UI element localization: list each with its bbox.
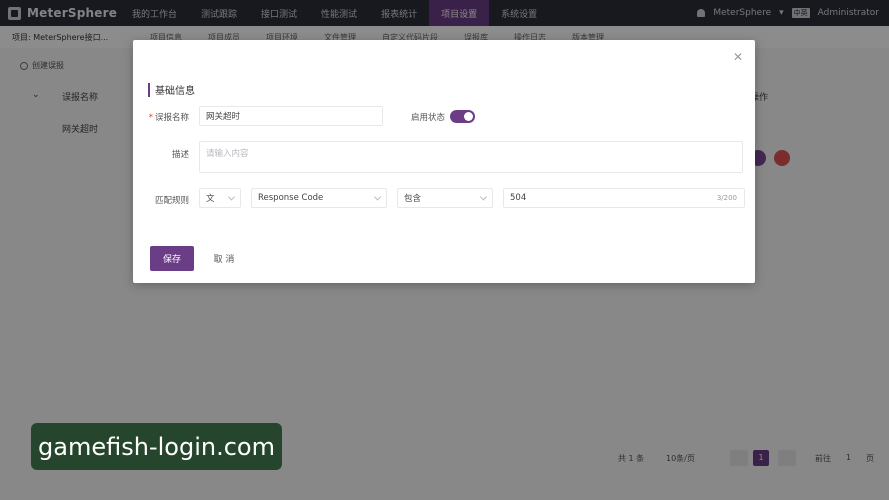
rule-field-select[interactable]: Response Code bbox=[251, 188, 387, 208]
section-title-text: 基础信息 bbox=[155, 86, 195, 97]
description-label: 描述 bbox=[171, 150, 189, 160]
chevron-down-icon bbox=[479, 193, 488, 201]
name-label: * 误报名称 bbox=[141, 111, 189, 123]
name-label-text: 误报名称 bbox=[154, 113, 189, 123]
chevron-down-icon bbox=[373, 193, 382, 201]
description-placeholder: 请输入内容 bbox=[206, 149, 249, 159]
false-positive-dialog: ✕ 基础信息 * 误报名称 网关超时 启用状态 描述 请输入内容 匹配规则 文 R… bbox=[133, 40, 755, 283]
rule-operator-select[interactable]: 包含 bbox=[397, 188, 493, 208]
section-bar bbox=[148, 82, 150, 97]
name-input[interactable]: 网关超时 bbox=[199, 106, 383, 126]
enable-switch[interactable] bbox=[450, 110, 475, 123]
name-input-value: 网关超时 bbox=[206, 112, 241, 122]
description-textarea[interactable]: 请输入内容 bbox=[199, 141, 743, 173]
section-title: 基础信息 bbox=[148, 82, 195, 97]
save-button[interactable]: 保存 bbox=[150, 246, 194, 271]
watermark-badge: gamefish-login.com bbox=[31, 423, 282, 470]
chevron-down-icon bbox=[227, 193, 236, 201]
rule-value-text: 504 bbox=[510, 193, 527, 203]
enable-label: 启用状态 bbox=[410, 113, 445, 123]
cancel-button[interactable]: 取 消 bbox=[205, 246, 243, 271]
rule-value-input[interactable]: 504 3/200 bbox=[503, 188, 745, 208]
match-rule-label: 匹配规则 bbox=[154, 196, 189, 206]
rule-field-value: Response Code bbox=[258, 193, 324, 203]
rule-type-value: 文 bbox=[206, 194, 215, 204]
rule-type-select[interactable]: 文 bbox=[199, 188, 241, 208]
rule-operator-value: 包含 bbox=[404, 194, 422, 204]
switch-knob bbox=[464, 112, 473, 121]
close-icon[interactable]: ✕ bbox=[733, 50, 743, 64]
required-mark: * bbox=[148, 113, 153, 123]
rule-value-counter: 3/200 bbox=[716, 194, 737, 202]
